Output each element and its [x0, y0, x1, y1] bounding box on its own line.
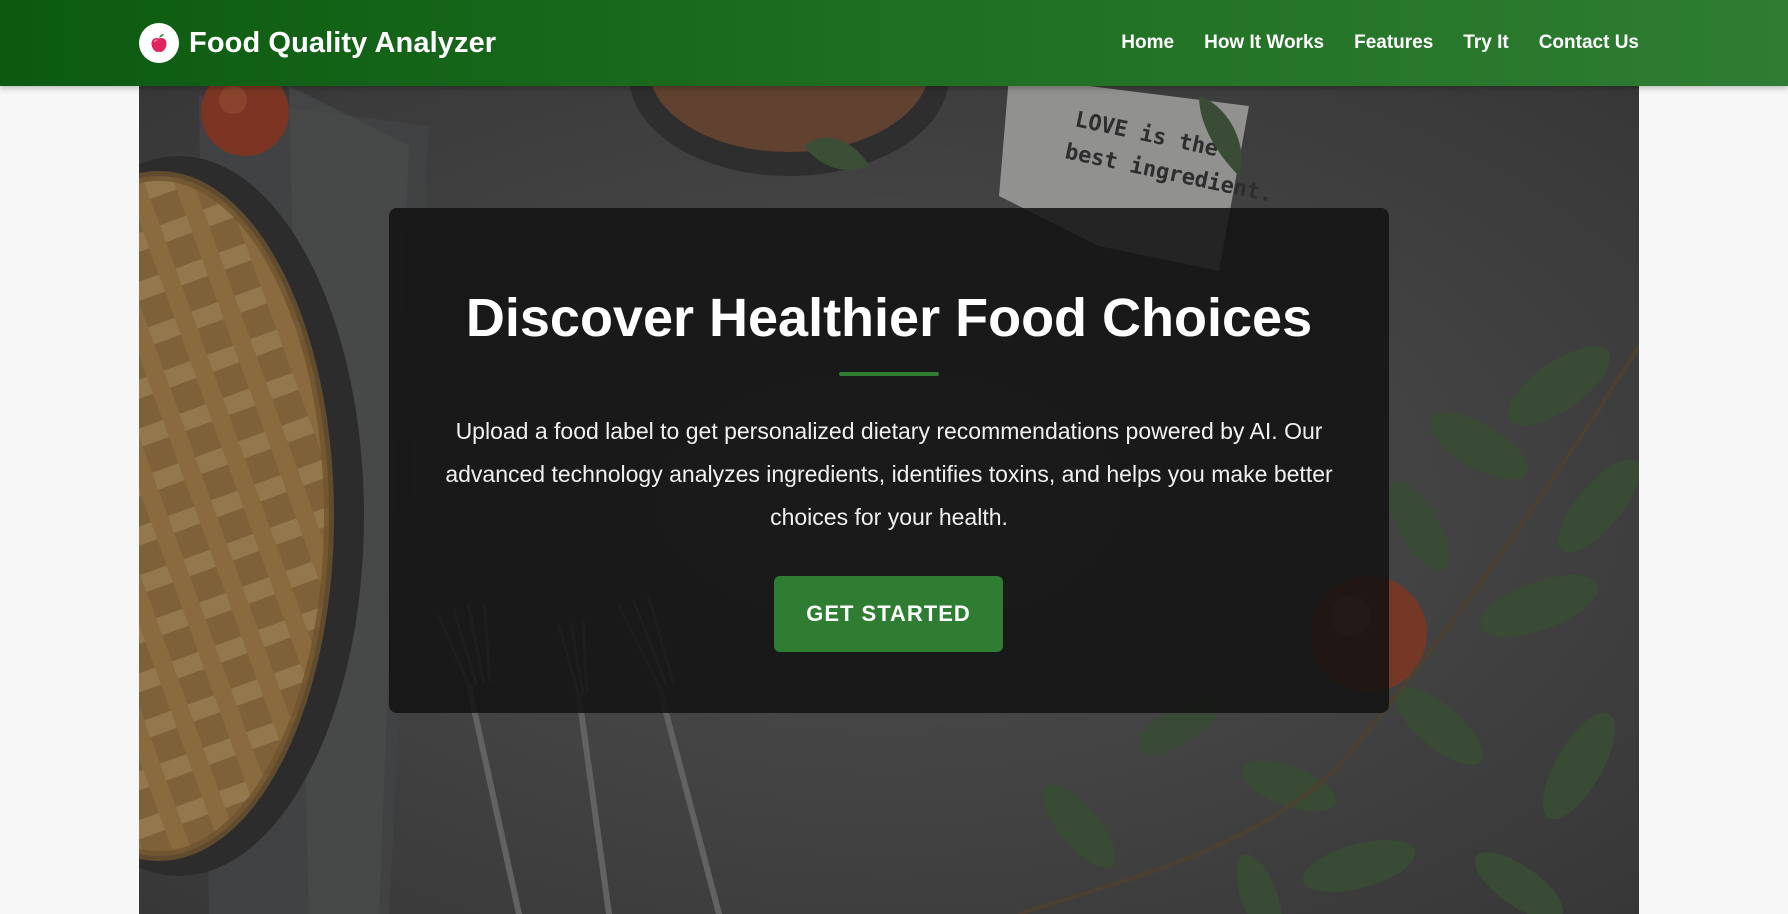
nav-item-home: Home [1121, 32, 1174, 54]
nav-links: Home How It Works Features Try It Contac… [1121, 0, 1639, 86]
hero-section: LOVE is the best ingredient. Discover He… [139, 86, 1639, 914]
nav-link-how-it-works[interactable]: How It Works [1204, 32, 1324, 53]
nav-link-features[interactable]: Features [1354, 32, 1433, 53]
nav-item-how-it-works: How It Works [1204, 32, 1324, 54]
hero-divider [839, 372, 939, 376]
nav-link-try-it[interactable]: Try It [1463, 32, 1508, 53]
get-started-button[interactable]: GET STARTED [774, 576, 1003, 652]
nav-item-contact-us: Contact Us [1539, 32, 1639, 54]
hero-card: Discover Healthier Food Choices Upload a… [389, 208, 1389, 713]
brand-title: Food Quality Analyzer [189, 26, 497, 59]
brand-link[interactable]: Food Quality Analyzer [139, 23, 496, 63]
navbar: Food Quality Analyzer Home How It Works … [0, 0, 1788, 86]
nav-link-home[interactable]: Home [1121, 32, 1174, 53]
apple-icon [139, 23, 179, 63]
hero-description: Upload a food label to get personalized … [445, 418, 1333, 530]
nav-link-contact-us[interactable]: Contact Us [1539, 32, 1639, 53]
nav-item-features: Features [1354, 32, 1433, 54]
hero-title: Discover Healthier Food Choices [465, 288, 1313, 348]
nav-item-try-it: Try It [1463, 32, 1508, 54]
